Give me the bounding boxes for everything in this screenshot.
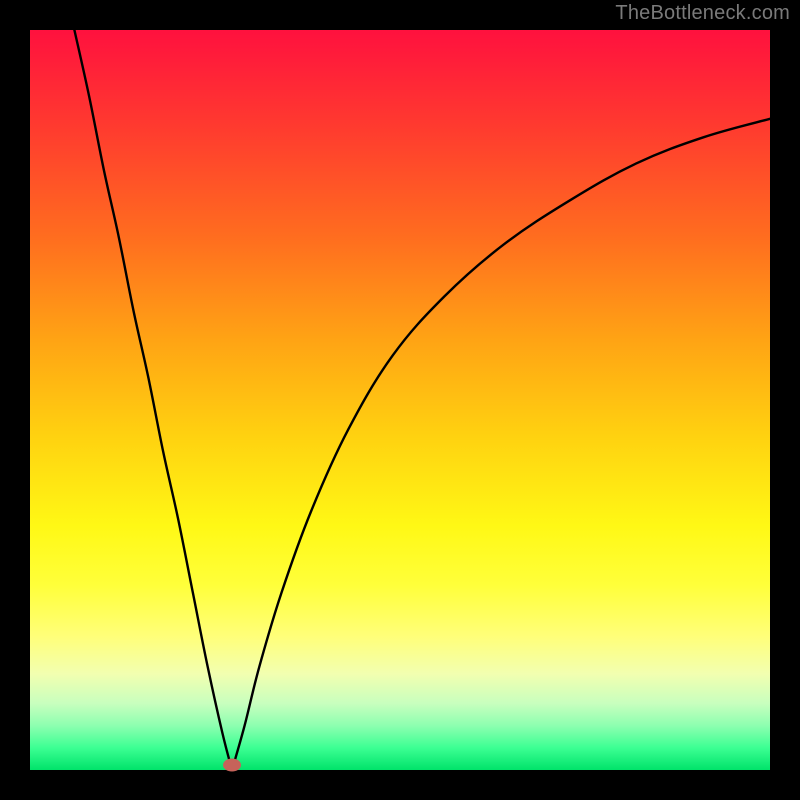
curve-right-branch	[232, 119, 770, 770]
minimum-marker	[223, 759, 241, 772]
watermark-text: TheBottleneck.com	[615, 2, 790, 25]
plot-area	[30, 30, 770, 770]
chart-svg	[30, 30, 770, 770]
curve-left-branch	[74, 30, 232, 770]
chart-frame: TheBottleneck.com	[0, 0, 800, 800]
